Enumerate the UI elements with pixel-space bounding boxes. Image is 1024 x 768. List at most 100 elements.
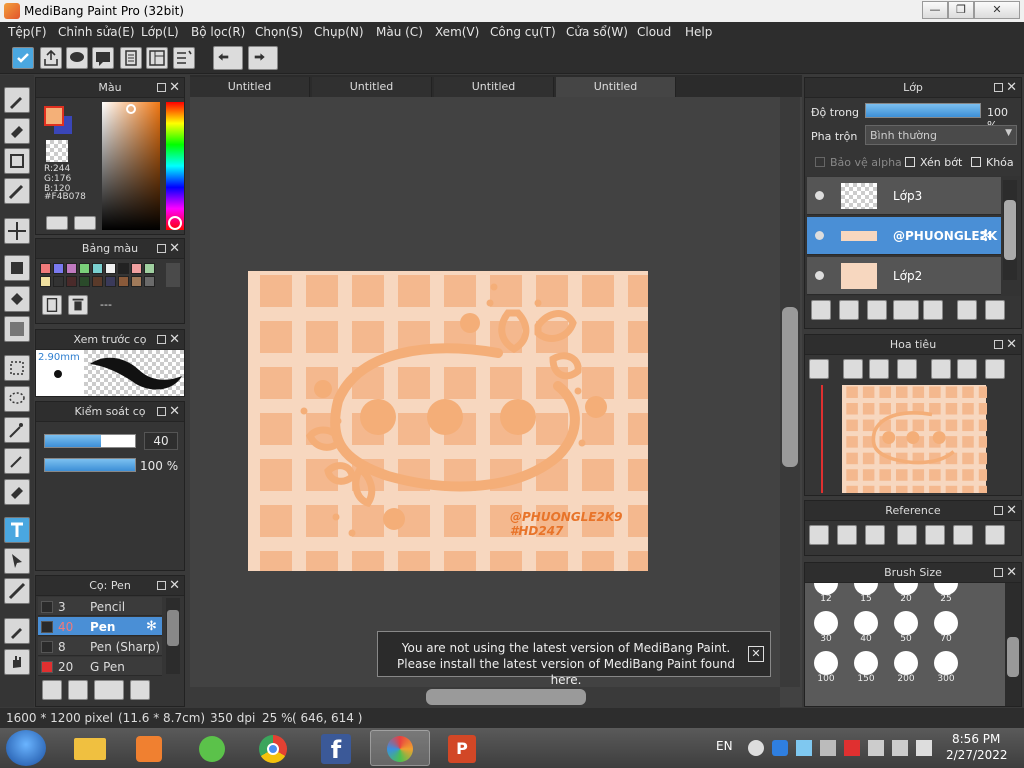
menu-color[interactable]: Màu (C) xyxy=(376,25,423,39)
saturation-value-picker[interactable] xyxy=(102,102,160,230)
popout-icon[interactable] xyxy=(157,581,166,590)
duplicate-layer-icon[interactable] xyxy=(957,300,977,320)
palette-swatch[interactable] xyxy=(92,263,103,274)
layer-settings-gear-icon[interactable]: ✻ xyxy=(979,226,992,245)
palette-swatch[interactable] xyxy=(79,276,90,287)
app-green-icon[interactable] xyxy=(183,730,243,766)
navigator-preview[interactable] xyxy=(841,385,987,493)
layer-menu-icon[interactable] xyxy=(985,300,1005,320)
brush-size-cell[interactable]: 200 xyxy=(887,647,925,685)
menu-window[interactable]: Cửa sổ(W) xyxy=(566,25,628,39)
tab-untitled-2[interactable]: Untitled xyxy=(312,77,432,97)
brush-size-cell[interactable]: 150 xyxy=(847,647,885,685)
brush-size-cell[interactable]: 25 xyxy=(927,583,965,605)
magic-wand-tool-icon[interactable] xyxy=(4,417,30,443)
add-layer-menu-icon[interactable] xyxy=(893,300,919,320)
menu-cloud[interactable]: Cloud xyxy=(637,25,671,39)
foreground-color-swatch[interactable] xyxy=(44,106,64,126)
tab-untitled-3[interactable]: Untitled xyxy=(434,77,554,97)
palette-swatch[interactable] xyxy=(66,263,77,274)
tray-app-icon[interactable] xyxy=(748,740,764,756)
ref-zoom-out-icon[interactable] xyxy=(953,525,973,545)
medibang-taskbar-icon[interactable] xyxy=(370,730,430,766)
rectangle-tool-icon[interactable] xyxy=(4,148,30,174)
palette-swatch[interactable] xyxy=(118,276,129,287)
settings-grid-icon[interactable] xyxy=(173,47,195,69)
menu-tools[interactable]: Công cụ(T) xyxy=(490,25,556,39)
clipping-checkbox[interactable] xyxy=(905,157,915,167)
new-layer-icon[interactable] xyxy=(811,300,831,320)
palette-swatch[interactable] xyxy=(144,263,155,274)
dot-pen-tool-icon[interactable] xyxy=(4,178,30,204)
zalo-icon[interactable] xyxy=(772,740,788,756)
palette-swatch[interactable] xyxy=(131,263,142,274)
document-icon[interactable] xyxy=(120,47,142,69)
palette-swatch[interactable] xyxy=(105,276,116,287)
new-folder-icon[interactable] xyxy=(923,300,943,320)
delete-palette-icon[interactable] xyxy=(68,295,88,315)
open-folder-icon[interactable] xyxy=(837,525,857,545)
facebook-icon[interactable]: f xyxy=(306,730,366,766)
popout-icon[interactable] xyxy=(157,335,166,344)
visibility-eye-icon[interactable] xyxy=(815,231,824,240)
brush-item-pen-sharp[interactable]: 8 Pen (Sharp) xyxy=(38,637,162,656)
ref-fit-icon[interactable] xyxy=(925,525,945,545)
color-slider-icon[interactable] xyxy=(74,216,96,230)
brush-size-cell[interactable]: 12 xyxy=(807,583,845,605)
volume-icon[interactable] xyxy=(892,740,908,756)
brush-size-slider[interactable] xyxy=(44,434,136,448)
layer-row-lop3[interactable]: Lớp3 xyxy=(807,177,1001,215)
popout-icon[interactable] xyxy=(994,83,1003,92)
visibility-eye-icon[interactable] xyxy=(815,271,824,280)
menu-filter[interactable]: Bộ lọc(R) xyxy=(191,25,245,39)
close-icon[interactable]: ✕ xyxy=(1006,501,1017,521)
color-wheel-icon[interactable] xyxy=(46,216,68,230)
eraser-tool-icon[interactable] xyxy=(4,118,30,144)
artwork-canvas[interactable]: @PHUONGLE2K9 #HD247 xyxy=(248,271,648,571)
brush-list-scrollbar[interactable] xyxy=(166,598,180,674)
fit-screen-icon[interactable] xyxy=(869,359,889,379)
brush-size-scrollbar[interactable] xyxy=(1005,583,1021,706)
move-tool-icon[interactable] xyxy=(4,218,30,244)
brush-size-cell[interactable]: 100 xyxy=(807,647,845,685)
layer-list-scrollbar[interactable] xyxy=(1003,180,1017,280)
new-1bit-layer-icon[interactable] xyxy=(867,300,887,320)
close-icon[interactable]: ✕ xyxy=(169,239,180,259)
brush-size-cell[interactable]: 300 xyxy=(927,647,965,685)
palette-swatch[interactable] xyxy=(131,276,142,287)
menu-view[interactable]: Xem(V) xyxy=(435,25,479,39)
hue-slider[interactable] xyxy=(166,102,184,230)
select-pen-tool-icon[interactable] xyxy=(4,448,30,474)
language-indicator[interactable]: EN xyxy=(716,739,733,753)
divide-tool-icon[interactable] xyxy=(4,578,30,604)
select-eraser-tool-icon[interactable] xyxy=(4,479,30,505)
media-player-icon[interactable] xyxy=(120,730,180,766)
layer-row-lop2[interactable]: Lớp2 xyxy=(807,257,1001,295)
rotate-left-icon[interactable] xyxy=(931,359,951,379)
brush-size-cell[interactable]: 40 xyxy=(847,607,885,645)
close-icon[interactable]: ✕ xyxy=(169,402,180,422)
canvas-area[interactable]: @PHUONGLE2K9 #HD247 xyxy=(190,97,802,707)
close-icon[interactable]: ✕ xyxy=(169,576,180,596)
close-icon[interactable]: ✕ xyxy=(169,78,180,98)
close-icon[interactable]: ✕ xyxy=(1006,78,1017,98)
zoom-tool-icon[interactable] xyxy=(809,359,829,379)
redo-button[interactable] xyxy=(248,46,278,70)
brush-size-cell[interactable]: 30 xyxy=(807,607,845,645)
brush-tool-icon[interactable] xyxy=(4,87,30,113)
close-icon[interactable]: ✕ xyxy=(1006,563,1017,583)
palette-swatch[interactable] xyxy=(105,263,116,274)
palette-swatch[interactable] xyxy=(40,263,51,274)
speech-bubble-icon[interactable] xyxy=(92,47,114,69)
palette-scroll[interactable] xyxy=(166,263,180,287)
chrome-icon[interactable] xyxy=(244,730,304,766)
ref-zoom-in-icon[interactable] xyxy=(897,525,917,545)
brush-size-cell[interactable]: 15 xyxy=(847,583,885,605)
action-center-icon[interactable] xyxy=(916,740,932,756)
close-icon[interactable]: ✕ xyxy=(169,330,180,350)
tab-untitled-4[interactable]: Untitled xyxy=(556,77,676,97)
ref-eyedropper-icon[interactable] xyxy=(985,525,1005,545)
brush-item-pen[interactable]: 40 Pen ✻ xyxy=(38,617,162,636)
canvas-vertical-scrollbar[interactable] xyxy=(780,97,800,687)
select-tool-icon[interactable] xyxy=(4,355,30,381)
